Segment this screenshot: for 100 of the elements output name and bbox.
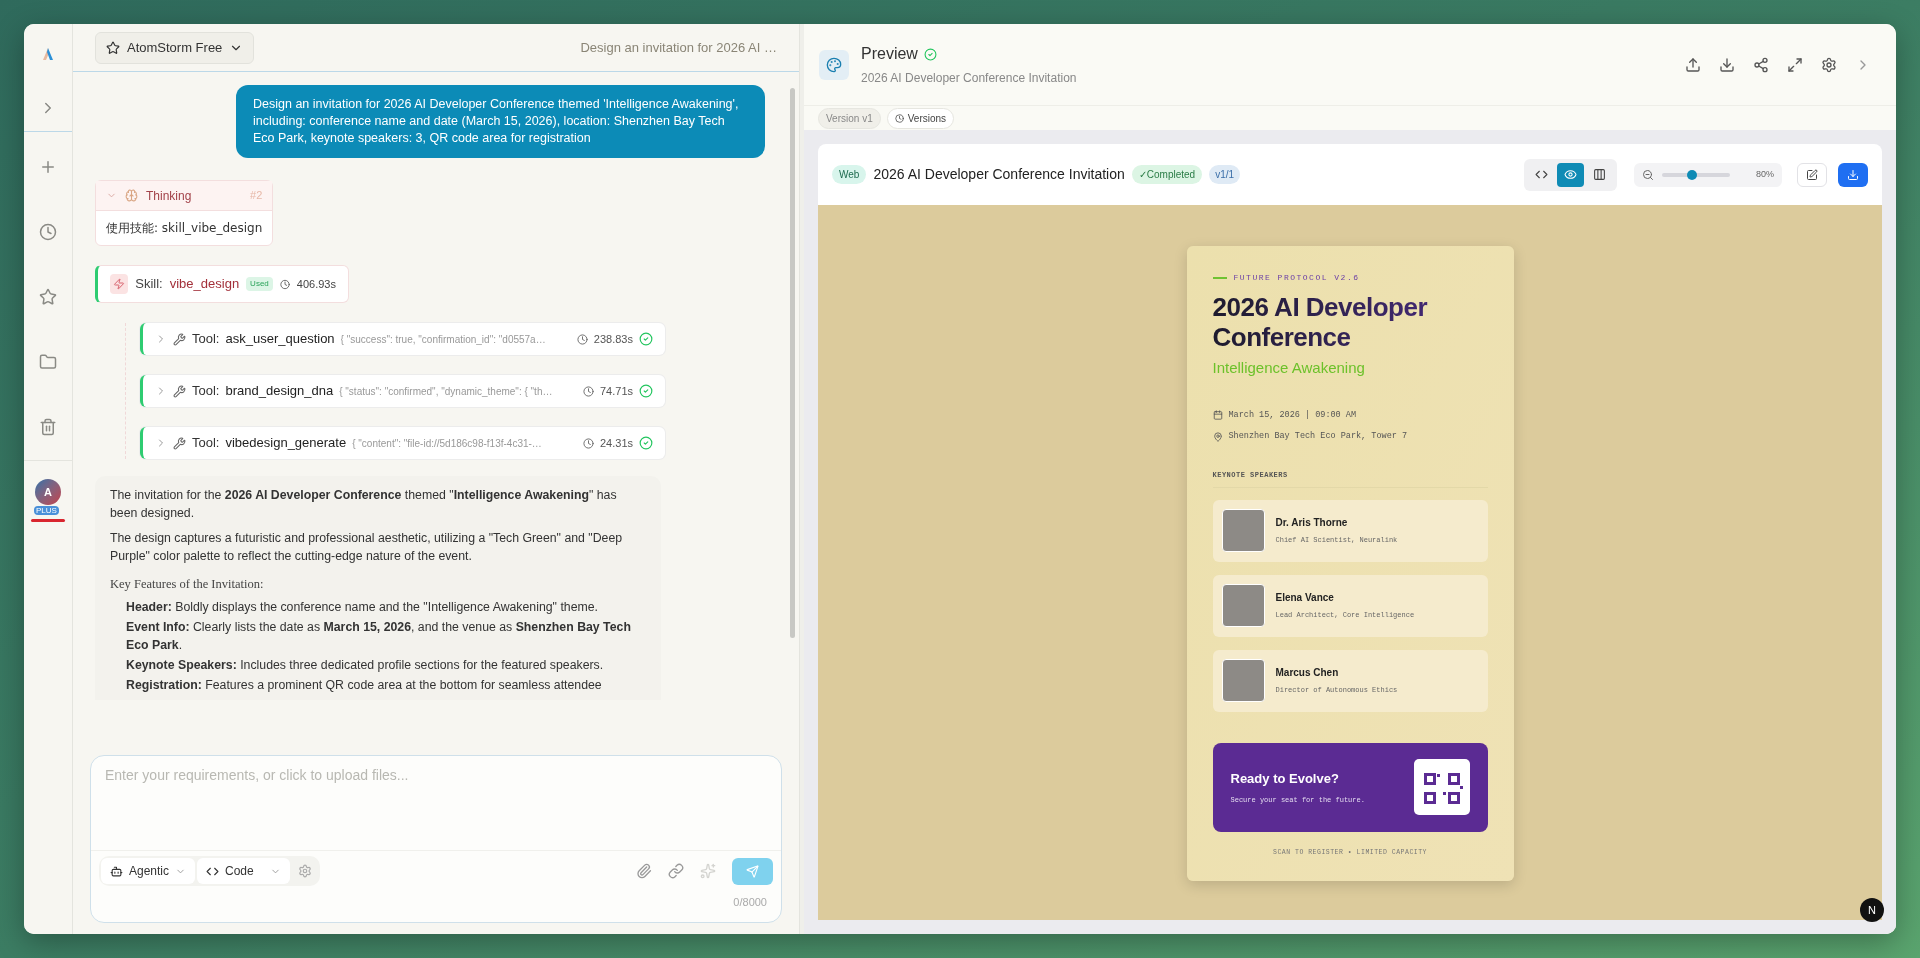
panel-subtitle: 2026 AI Developer Conference Invitation [861,70,1077,87]
features-heading: Key Features of the Invitation: [110,576,265,593]
tool-result: { "content": "file-id://5d186c98-f13f-4c31-… [352,436,543,451]
attach-icon[interactable] [636,863,652,879]
tool-result: { "success": true, "confirmation_id": "d0557a… [340,332,547,347]
location-pin-icon [1212,431,1223,442]
zoom-thumb[interactable] [1686,169,1697,180]
eyebrow-label: FUTURE PROTOCOL V2.6 [1233,272,1360,284]
link-icon[interactable] [668,863,684,879]
tool-duration: 74.71s [599,383,633,399]
feature-item: Event Info: Clearly lists the date as March 15, 2026, and the venue as Shenzhen Bay Tech Eco Park. [125,619,632,654]
robot-icon [110,864,123,878]
zoom-out-icon[interactable] [1642,168,1654,181]
clock-icon [894,113,904,123]
tool-call-row[interactable]: Tool: brand_design_dna { "status": "confirmed", "dynamic_theme": { "th… 74.71s [140,375,665,407]
upload-icon[interactable] [1685,56,1701,73]
status-badge: ✓Completed [1131,165,1203,184]
share-icon[interactable] [1753,56,1769,73]
clock-icon [279,278,290,290]
message-paragraph: The invitation for the 2026 AI Developer Conference themed "Intelligence Awakening" has been designed. [110,487,618,522]
zoom-slider[interactable] [1662,172,1730,177]
speaker-name: Elena Vance [1275,591,1335,606]
agent-mode-dropdown[interactable]: Agentic [101,858,196,884]
logo-icon[interactable] [40,46,56,62]
star-icon [106,40,120,55]
edit-button[interactable] [1797,162,1827,187]
code-icon [1535,168,1548,181]
qr-code-icon [1413,759,1470,815]
tool-label: Tool: [192,434,220,453]
feature-item: Registration: Features a prominent QR code area at the bottom for seamless attendee [125,677,603,694]
palette-icon [819,49,849,80]
user-avatar[interactable]: A [35,479,61,505]
tool-result: { "status": "confirmed", "dynamic_theme": { "th… [339,384,554,399]
wrench-icon [173,384,186,398]
event-location: Shenzhen Bay Tech Eco Park, Tower 7 [1228,430,1408,443]
output-format-dropdown[interactable]: Code [197,858,290,884]
panel-title: Preview [861,44,918,64]
version-label: Version v1 [818,107,881,129]
feature-item: Keynote Speakers: Includes three dedicated profile sections for the featured speakers. [125,657,605,674]
message-input-field[interactable]: Enter your requirements, or click to upload files... Agentic Code 0/8000 [90,755,782,923]
wrench-icon [173,332,186,346]
invitation-theme: Intelligence Awakening [1212,358,1366,378]
tool-duration: 24.31s [599,435,633,451]
send-button[interactable] [732,857,773,885]
send-icon [746,864,759,878]
plan-badge: PLUS [34,506,59,515]
bolt-icon [110,274,129,294]
speaker-name: Dr. Aris Thorne [1275,516,1349,531]
settings-icon[interactable] [1821,56,1837,73]
wrench-icon [173,436,186,450]
versions-button[interactable]: Versions [886,107,955,129]
brain-icon [125,189,138,202]
clock-icon [582,385,594,397]
tool-label: Tool: [192,382,220,401]
star-icon[interactable] [39,288,57,306]
photo-placeholder [1221,659,1265,702]
thinking-number: #2 [250,188,263,204]
character-counter: 0/8000 [733,895,767,910]
view-mode-tab[interactable] [1557,162,1584,187]
model-selector[interactable]: AtomStorm Free [95,31,255,64]
thinking-content: 使用技能: skill_vibe_design [105,220,264,237]
eye-icon [1564,168,1577,181]
download-icon [1847,168,1859,181]
user-message: Design an invitation for 2026 AI Developer Conference themed 'Intelligence Awakening', including: conference name and date (March 15, 2026), location: Shenzhen Bay Tech Eco Park, keynote speakers: 3, QR code area for registration [236,85,765,158]
calendar-icon [1212,409,1223,420]
skill-label: Skill: [135,275,163,294]
message-input[interactable]: Enter your requirements, or click to upload files... [91,756,781,851]
history-icon[interactable] [39,223,57,241]
download-button[interactable] [1838,162,1868,187]
tool-call-row[interactable]: Tool: ask_user_question { "success": true, "confirmation_id": "d0557a… 238.83s [140,323,665,355]
skill-row[interactable]: Skill: vibe_design Used 406.93s [95,265,349,303]
skill-duration: 406.93s [296,276,336,292]
feature-item: Header: Boldly displays the conference name and the "Intelligence Awakening" theme. [125,599,599,616]
tool-duration: 238.83s [593,331,633,347]
document-title: 2026 AI Developer Conference Invitation [873,165,1125,184]
fullscreen-icon[interactable] [1787,56,1803,73]
download-icon[interactable] [1719,56,1735,73]
type-badge: Web [832,165,867,184]
clock-icon [582,437,594,449]
version-badge: v1/1 [1209,165,1241,184]
cta-title: Ready to Evolve? [1230,769,1340,788]
new-chat-icon[interactable] [39,158,57,176]
folder-icon[interactable] [39,353,57,371]
edit-icon [1806,168,1818,181]
used-badge: Used [246,277,273,291]
trash-icon[interactable] [39,418,57,436]
zoom-reading: 80% [1756,167,1774,181]
clock-icon [576,333,588,345]
tool-label: Tool: [192,330,220,349]
tool-name: ask_user_question [225,330,335,349]
photo-placeholder [1221,509,1265,552]
message-paragraph: The design captures a futuristic and professional aesthetic, utilizing a "Tech Green" and "Deep Purple" color palette to reflect the cutting-edge nature of the event. [110,530,624,565]
event-date: March 15, 2026 | 09:00 AM [1228,408,1357,422]
photo-placeholder [1221,584,1265,627]
tool-name: brand_design_dna [225,382,334,401]
tool-call-row[interactable]: Tool: vibedesign_generate { "content": "file-id://5d186c98-f13f-4c31-… 24.31s [140,427,665,459]
conversation-title: Design an invitation for 2026 AI … [580,38,777,57]
columns-icon [1593,168,1606,181]
speaker-name: Marcus Chen [1275,666,1340,681]
thinking-label: Thinking [146,187,193,205]
